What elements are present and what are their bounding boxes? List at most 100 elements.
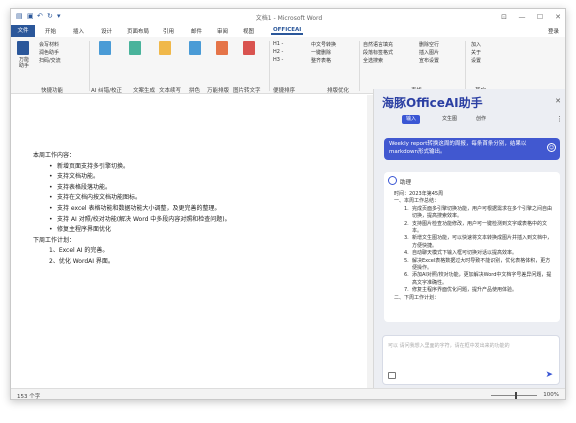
ribbon-item-join[interactable]: 加入 bbox=[471, 41, 481, 48]
ai-item: 解决Excel表格数据过大时导致不能识别，优化表格体积，更方便操作。 bbox=[412, 257, 551, 272]
divider bbox=[359, 41, 360, 91]
ribbon-tabs: 文件 开始 插入 设计 页面布局 引用 邮件 审阅 视图 OFFICEAI 登录 bbox=[11, 25, 565, 37]
doc-icon-3[interactable] bbox=[159, 41, 171, 55]
doc-icon-4[interactable] bbox=[189, 41, 201, 55]
ai-item: 新增文生图功能，可以快速将文本转换成图片并插入到文档中，方便快捷。 bbox=[412, 235, 553, 249]
group-label: 排版优化 bbox=[327, 88, 350, 94]
heading-h1[interactable]: H1 - bbox=[273, 41, 283, 47]
ai-section: 一、本周工作总结： bbox=[394, 198, 440, 205]
list-item: 支持 AI 对照/校对功能(解决 Word 中多段内容对照和检查问题)。 bbox=[57, 215, 231, 223]
panel-tab-image[interactable]: 文生图 bbox=[438, 115, 461, 124]
ribbon-item-scan[interactable]: 扫码/交流 bbox=[39, 57, 61, 64]
group-label: 快捷功能 bbox=[41, 88, 64, 94]
ribbon-item-polish[interactable]: 润色助手 bbox=[39, 49, 59, 56]
login-link[interactable]: 登录 bbox=[548, 27, 559, 35]
doc-icon-1[interactable] bbox=[99, 41, 111, 55]
panel-tab-input[interactable]: 输入 bbox=[402, 115, 421, 124]
ribbon-item-settings[interactable]: 宣布设置 bbox=[419, 57, 439, 64]
ribbon-item-select[interactable]: 全选搜索 bbox=[363, 57, 383, 64]
zoom-level[interactable]: 100% bbox=[543, 392, 559, 398]
attach-icon[interactable] bbox=[388, 372, 396, 379]
list-item: 支持文档功能。 bbox=[57, 173, 100, 181]
panel-tabs: 输入 文生图 创作 bbox=[382, 114, 560, 124]
tab-officeai[interactable]: OFFICEAI bbox=[271, 27, 304, 35]
tab-insert[interactable]: 插入 bbox=[73, 27, 84, 35]
zoom-slider[interactable] bbox=[491, 395, 537, 396]
assistant-icon bbox=[17, 41, 29, 55]
assistant-message: 助理 时间：2023年第45周 一、本周工作总结： 1. 完成页面多引擎切换功能，… bbox=[384, 172, 560, 322]
panel-title: 海豚OfficeAI助手 bbox=[382, 96, 483, 110]
ribbon-options-icon[interactable]: ⊡ bbox=[495, 9, 513, 25]
ai-item: 修复主程序界面优化问题，提升产品使用体验。 bbox=[412, 287, 518, 294]
ribbon-item-fill[interactable]: 自然语言填充 bbox=[363, 41, 393, 48]
assistant-button[interactable]: 万能 助手 bbox=[13, 57, 35, 69]
assistant-message-text: 时间：2023年第45周 一、本周工作总结： 1. 完成页面多引擎切换功能，用户可… bbox=[394, 191, 553, 301]
divider bbox=[269, 41, 270, 91]
minimize-icon[interactable]: — bbox=[513, 9, 531, 25]
list-item: 支持 excel 表格功能和数据功能大小调整，及更完善的整理。 bbox=[57, 204, 221, 212]
user-avatar-icon: ☺ bbox=[547, 143, 556, 152]
divider bbox=[89, 41, 90, 91]
title-bar: ▤ ▣ ↶ ↻ ▾ 文档1 - Microsoft Word ⊡ — ☐ ✕ bbox=[11, 9, 565, 25]
doc-heading: 下周工作计划： bbox=[33, 236, 76, 244]
heading-h3[interactable]: H3 - bbox=[273, 57, 283, 63]
ribbon: 万能 助手 会写材料 润色助手 扫码/交流 H1 - H2 - H3 - 中文号… bbox=[11, 37, 565, 94]
ribbon-item-table[interactable]: 整齐表格 bbox=[311, 57, 331, 64]
group-label: 文案生成 bbox=[133, 88, 156, 94]
heading-h2[interactable]: H2 - bbox=[273, 49, 283, 55]
panel-tab-create[interactable]: 创作 bbox=[472, 115, 490, 124]
close-icon[interactable]: ✕ bbox=[549, 9, 565, 25]
group-label: 万能排版 bbox=[207, 88, 230, 94]
list-item: 1、Excel AI 的完善。 bbox=[49, 247, 109, 255]
tab-review[interactable]: 审阅 bbox=[217, 27, 228, 35]
tab-view[interactable]: 视图 bbox=[243, 27, 254, 35]
ribbon-item-about[interactable]: 关于 bbox=[471, 49, 481, 56]
ai-item: 完成页面多引擎切换功能，用户可根据需求在多个引擎之间自由切换，提高搜索效率。 bbox=[412, 205, 553, 220]
ribbon-item-delete[interactable]: 一键删除 bbox=[311, 49, 331, 56]
list-item: 支持表格段落功能。 bbox=[57, 183, 112, 191]
user-message-text: Weekly report转换这周的周报，每条首条分别，结果以markdown形… bbox=[389, 141, 527, 155]
doc-icon-5[interactable] bbox=[216, 41, 228, 55]
tab-home[interactable]: 开始 bbox=[45, 27, 56, 35]
ribbon-item-convert[interactable]: 中文号转换 bbox=[311, 41, 336, 48]
maximize-icon[interactable]: ☐ bbox=[531, 9, 549, 25]
more-menu-icon[interactable]: ⋮ bbox=[556, 115, 563, 123]
ribbon-item-config[interactable]: 设置 bbox=[471, 57, 481, 64]
document-area[interactable]: 本周工作内容： • 新增页面支持多引擎切换。 • 支持文档功能。 • 支持表格段落功能… bbox=[11, 95, 381, 388]
list-item: 新增页面支持多引擎切换。 bbox=[57, 162, 130, 170]
assistant-avatar-icon bbox=[388, 176, 397, 185]
ai-item: 自动聊天模式下输入框可切换对话以提高效率。 bbox=[412, 250, 518, 257]
assistant-name: 助理 bbox=[400, 180, 412, 186]
ai-item: 添加AI对照/校对功能，更加解决Word中文档字号差异问题，提高文字准确性。 bbox=[412, 272, 552, 286]
tab-references[interactable]: 引用 bbox=[163, 27, 174, 35]
doc-heading: 本周工作内容： bbox=[33, 152, 76, 159]
tab-file[interactable]: 文件 bbox=[11, 25, 35, 37]
word-window: ▤ ▣ ↶ ↻ ▾ 文档1 - Microsoft Word ⊡ — ☐ ✕ 文… bbox=[10, 8, 566, 400]
ai-section: 二、下周工作计划： bbox=[394, 294, 440, 301]
zoom-slider-knob[interactable] bbox=[515, 392, 517, 399]
list-item: 支持在文档内按文档功能图标。 bbox=[57, 194, 142, 202]
chat-input[interactable]: 可以 请问我想入里面的字符，请在框中发出来的功能的 ➤ bbox=[382, 335, 560, 385]
tab-layout[interactable]: 页面布局 bbox=[127, 27, 149, 35]
ribbon-item-delete-empty[interactable]: 删除空行 bbox=[419, 41, 439, 48]
list-item: 2、优化 WordAI 界面。 bbox=[49, 257, 114, 265]
document-body[interactable]: 本周工作内容： • 新增页面支持多引擎切换。 • 支持文档功能。 • 支持表格段落功能… bbox=[33, 151, 231, 268]
tab-mailings[interactable]: 邮件 bbox=[191, 27, 202, 35]
group-label: AI 纠错/校正 bbox=[91, 88, 122, 94]
word-count[interactable]: 153 个字 bbox=[17, 392, 40, 399]
send-icon[interactable]: ➤ bbox=[545, 370, 553, 380]
doc-icon-2[interactable] bbox=[129, 41, 141, 55]
ai-item: 支持图片检查功能修改，用户可一键检测到文字或表格中的文本。 bbox=[412, 220, 548, 235]
doc-icon-6[interactable] bbox=[243, 41, 255, 55]
ribbon-item-write[interactable]: 会写材料 bbox=[39, 41, 59, 48]
ribbon-item-insert-image[interactable]: 插入图片 bbox=[419, 49, 439, 56]
group-label: 拼色 bbox=[189, 88, 201, 94]
tab-design[interactable]: 设计 bbox=[101, 27, 112, 35]
user-message: Weekly report转换这周的周报，每条首条分别，结果以markdown形… bbox=[384, 138, 560, 160]
chat-input-placeholder: 可以 请问我想入里面的字符，请在框中发出来的功能的 bbox=[388, 343, 510, 349]
ribbon-item-tag[interactable]: 段落标签格式 bbox=[363, 49, 393, 56]
group-label: 便捷排序 bbox=[273, 88, 296, 94]
group-label: 文本续写 bbox=[159, 88, 182, 94]
panel-close-icon[interactable]: ✕ bbox=[555, 97, 561, 105]
list-item: 修复主程序界面优化 bbox=[57, 226, 112, 234]
